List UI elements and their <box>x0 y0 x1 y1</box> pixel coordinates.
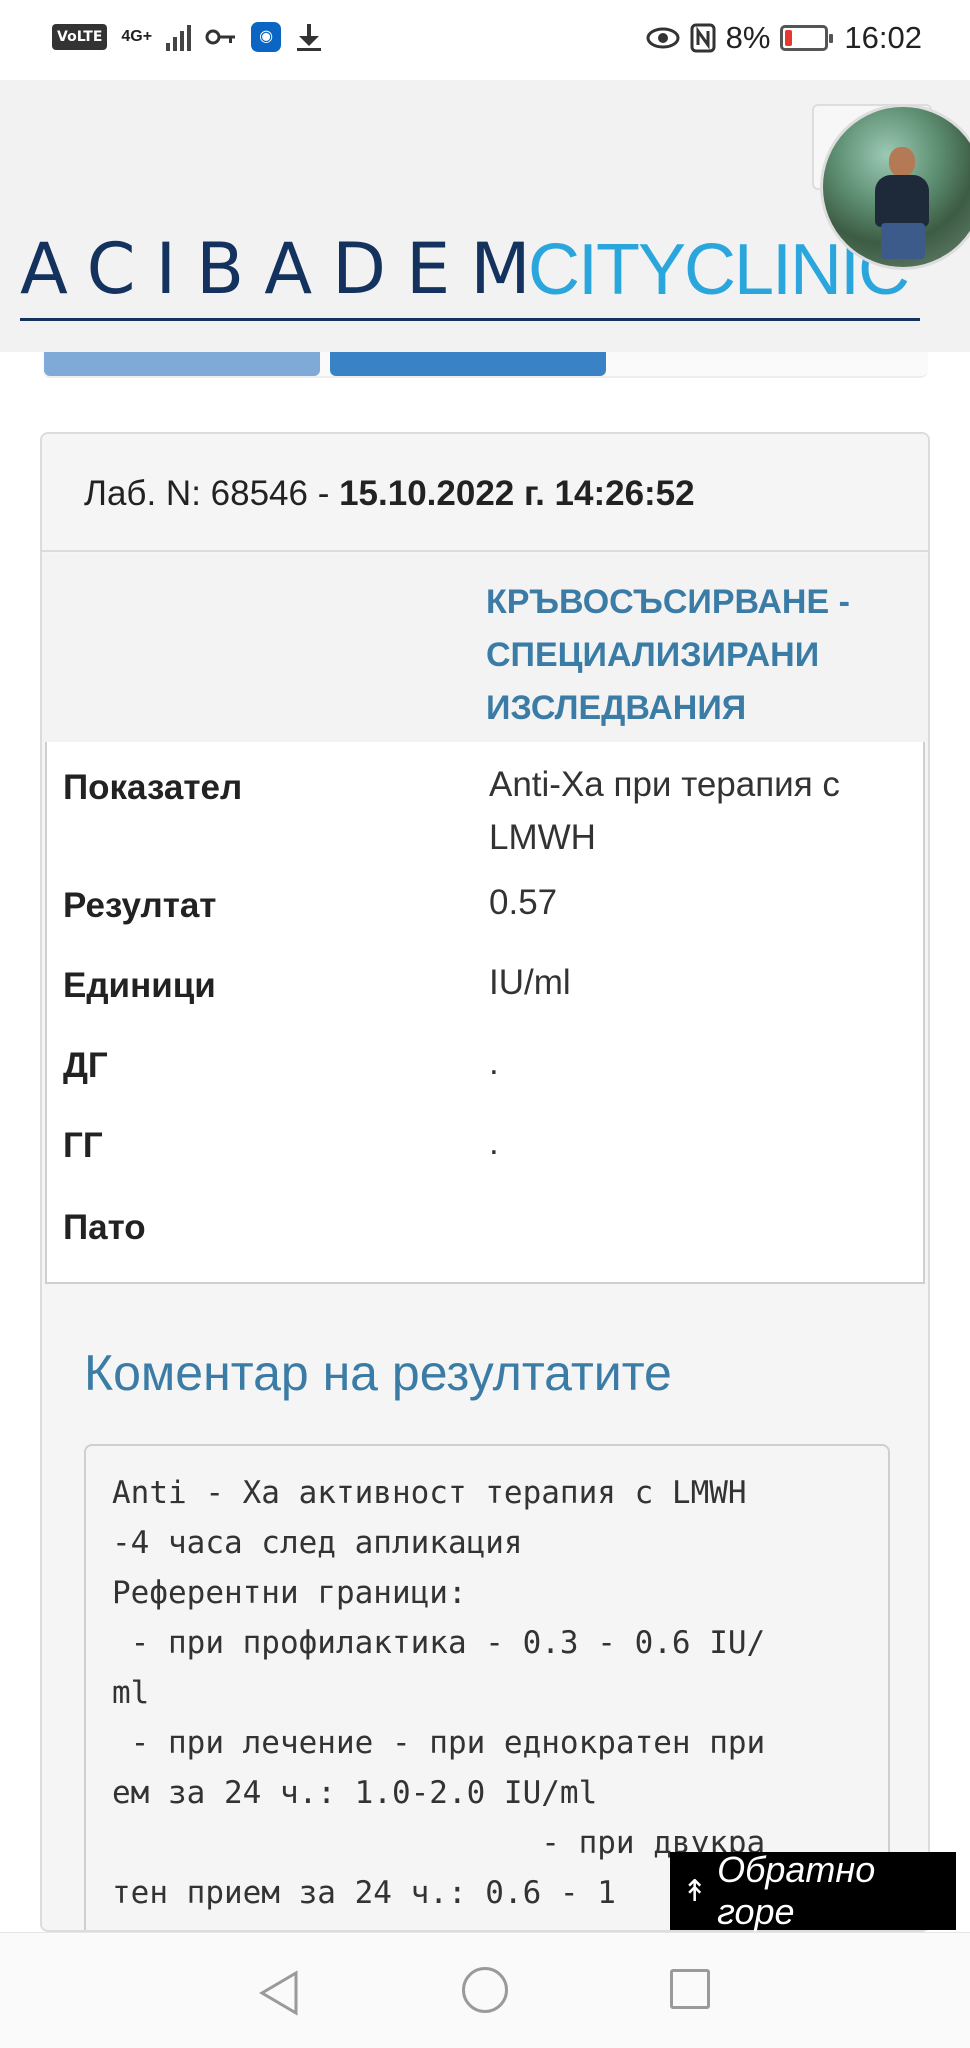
signal-icon <box>166 23 192 51</box>
system-nav-bar <box>0 1932 970 2048</box>
row-value: . <box>489 1123 499 1162</box>
download-icon <box>297 24 322 51</box>
double-chevron-up-icon: ↟ <box>682 1874 708 1908</box>
lab-datetime: 15.10.2022 г. 14:26:52 <box>339 474 695 513</box>
row-value: Anti-Xa при терапия с LMWH <box>489 765 840 857</box>
row-value: IU/ml <box>489 963 571 1002</box>
row-label: Пато <box>63 1208 146 1247</box>
key-icon <box>205 29 236 45</box>
row-value: 0.57 <box>489 883 558 922</box>
card-header: Лаб. N: 68546 - 15.10.2022 г. 14:26:52 <box>42 434 928 552</box>
recent-apps-icon[interactable] <box>670 1969 710 2009</box>
section-title: КРЪВОСЪСИРВАНЕ - СПЕЦИАЛИЗИРАНИ ИЗСЛЕДВА… <box>486 583 850 727</box>
lab-number-title: Лаб. N: 68546 - 15.10.2022 г. 14:26:52 <box>84 474 695 514</box>
lab-number: Лаб. N: 68546 - <box>84 474 340 513</box>
row-label: Показател <box>63 768 243 807</box>
row-label: Резултат <box>63 886 217 925</box>
back-icon[interactable] <box>258 1969 302 2017</box>
row-label: Единици <box>63 966 216 1005</box>
result-table: Показател Anti-Xa при терапия с LMWH Рез… <box>45 742 925 1284</box>
row-label: ДГ <box>63 1046 108 1085</box>
volte-indicator: VoLTE <box>52 24 108 50</box>
back-to-top-label: Обратно горе <box>717 1849 876 1932</box>
row-value: . <box>489 1043 499 1082</box>
logo-acibadem[interactable]: ACIBADEM <box>20 234 551 304</box>
home-icon[interactable] <box>462 1967 508 2013</box>
network-type: 4G+ <box>121 28 153 45</box>
back-to-top-button[interactable]: ↟ Обратно горе <box>670 1849 956 1932</box>
logo-underline <box>20 318 920 321</box>
tab-button-1[interactable] <box>44 352 320 376</box>
battery-icon <box>780 25 834 51</box>
shield-icon: ◉ <box>251 22 282 52</box>
status-left: VoLTE 4G+ ◉ <box>52 22 323 52</box>
battery-percent: 8% <box>725 20 771 55</box>
comment-title: Коментар на резултатите <box>84 1345 672 1401</box>
tab-button-2[interactable] <box>330 352 606 376</box>
nfc-icon <box>690 23 716 53</box>
status-right: 8% 16:02 <box>646 20 922 56</box>
status-bar: VoLTE 4G+ ◉ 8% 16:02 <box>0 0 970 80</box>
section-header-row: КРЪВОСЪСИРВАНЕ - СПЕЦИАЛИЗИРАНИ ИЗСЛЕДВА… <box>42 554 928 742</box>
eye-icon <box>646 27 680 49</box>
clock: 16:02 <box>844 20 922 55</box>
row-label: ГГ <box>63 1126 103 1165</box>
lab-result-card: Лаб. N: 68546 - 15.10.2022 г. 14:26:52 К… <box>40 432 930 1932</box>
